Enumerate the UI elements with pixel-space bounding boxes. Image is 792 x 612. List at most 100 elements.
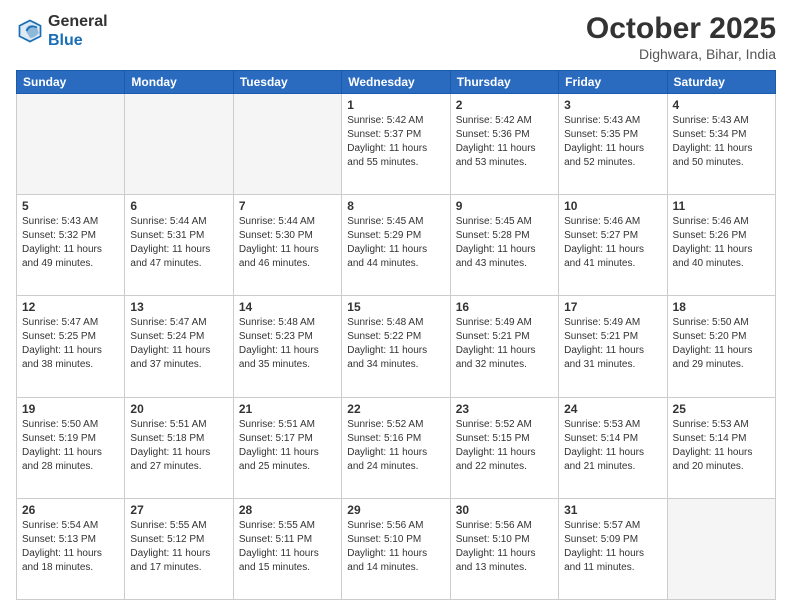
day-info: Sunrise: 5:46 AM Sunset: 5:27 PM Dayligh… bbox=[564, 215, 661, 271]
day-info: Sunrise: 5:42 AM Sunset: 5:37 PM Dayligh… bbox=[347, 114, 444, 170]
day-info: Sunrise: 5:50 AM Sunset: 5:20 PM Dayligh… bbox=[673, 316, 770, 372]
logo-general: General bbox=[48, 13, 108, 30]
calendar-cell: 6Sunrise: 5:44 AM Sunset: 5:31 PM Daylig… bbox=[125, 195, 233, 296]
calendar-cell: 19Sunrise: 5:50 AM Sunset: 5:19 PM Dayli… bbox=[17, 397, 125, 498]
day-number: 20 bbox=[130, 402, 227, 416]
calendar-cell: 16Sunrise: 5:49 AM Sunset: 5:21 PM Dayli… bbox=[450, 296, 558, 397]
day-number: 16 bbox=[456, 300, 553, 314]
calendar-week-row: 1 Sunrise: 5:42 AM Sunset: 5:37 PM Daylig… bbox=[17, 94, 776, 195]
calendar-cell: 23Sunrise: 5:52 AM Sunset: 5:15 PM Dayli… bbox=[450, 397, 558, 498]
day-number: 5 bbox=[22, 199, 119, 213]
day-info: Sunrise: 5:56 AM Sunset: 5:10 PM Dayligh… bbox=[456, 519, 553, 575]
day-number: 10 bbox=[564, 199, 661, 213]
day-info: Sunrise: 5:45 AM Sunset: 5:29 PM Dayligh… bbox=[347, 215, 444, 271]
day-info: Sunrise: 5:48 AM Sunset: 5:22 PM Dayligh… bbox=[347, 316, 444, 372]
day-info: Sunrise: 5:47 AM Sunset: 5:25 PM Dayligh… bbox=[22, 316, 119, 372]
day-number: 12 bbox=[22, 300, 119, 314]
calendar-cell: 22Sunrise: 5:52 AM Sunset: 5:16 PM Dayli… bbox=[342, 397, 450, 498]
calendar-cell: 8 Sunrise: 5:45 AM Sunset: 5:29 PM Daylig… bbox=[342, 195, 450, 296]
day-info: Sunrise: 5:42 AM Sunset: 5:36 PM Dayligh… bbox=[456, 114, 553, 170]
day-number: 26 bbox=[22, 503, 119, 517]
calendar-cell: 7 Sunrise: 5:44 AM Sunset: 5:30 PM Daylig… bbox=[233, 195, 341, 296]
calendar-table: SundayMondayTuesdayWednesdayThursdayFrid… bbox=[16, 70, 776, 600]
calendar-cell: 27Sunrise: 5:55 AM Sunset: 5:12 PM Dayli… bbox=[125, 498, 233, 599]
calendar-cell: 15 Sunrise: 5:48 AM Sunset: 5:22 PM Dayli… bbox=[342, 296, 450, 397]
day-info: Sunrise: 5:55 AM Sunset: 5:12 PM Dayligh… bbox=[130, 519, 227, 575]
day-number: 4 bbox=[673, 98, 770, 112]
day-info: Sunrise: 5:51 AM Sunset: 5:18 PM Dayligh… bbox=[130, 418, 227, 474]
calendar-cell: 24 Sunrise: 5:53 AM Sunset: 5:14 PM Dayli… bbox=[559, 397, 667, 498]
calendar-week-row: 19Sunrise: 5:50 AM Sunset: 5:19 PM Dayli… bbox=[17, 397, 776, 498]
calendar-cell bbox=[125, 94, 233, 195]
day-number: 3 bbox=[564, 98, 661, 112]
calendar-day-header: Sunday bbox=[17, 71, 125, 94]
day-info: Sunrise: 5:56 AM Sunset: 5:10 PM Dayligh… bbox=[347, 519, 444, 575]
calendar-week-row: 5 Sunrise: 5:43 AM Sunset: 5:32 PM Daylig… bbox=[17, 195, 776, 296]
calendar-cell: 13Sunrise: 5:47 AM Sunset: 5:24 PM Dayli… bbox=[125, 296, 233, 397]
header: General Blue October 2025 Dighwara, Biha… bbox=[16, 12, 776, 62]
day-number: 18 bbox=[673, 300, 770, 314]
calendar-cell: 3 Sunrise: 5:43 AM Sunset: 5:35 PM Daylig… bbox=[559, 94, 667, 195]
calendar-cell: 4 Sunrise: 5:43 AM Sunset: 5:34 PM Daylig… bbox=[667, 94, 775, 195]
day-number: 8 bbox=[347, 199, 444, 213]
location: Dighwara, Bihar, India bbox=[586, 46, 776, 62]
calendar-day-header: Thursday bbox=[450, 71, 558, 94]
calendar-week-row: 26 Sunrise: 5:54 AM Sunset: 5:13 PM Dayli… bbox=[17, 498, 776, 599]
day-number: 1 bbox=[347, 98, 444, 112]
calendar-cell: 9Sunrise: 5:45 AM Sunset: 5:28 PM Daylig… bbox=[450, 195, 558, 296]
day-info: Sunrise: 5:51 AM Sunset: 5:17 PM Dayligh… bbox=[239, 418, 336, 474]
day-info: Sunrise: 5:53 AM Sunset: 5:14 PM Dayligh… bbox=[673, 418, 770, 474]
calendar-day-header: Wednesday bbox=[342, 71, 450, 94]
day-info: Sunrise: 5:46 AM Sunset: 5:26 PM Dayligh… bbox=[673, 215, 770, 271]
day-number: 24 bbox=[564, 402, 661, 416]
day-number: 7 bbox=[239, 199, 336, 213]
logo: General Blue bbox=[16, 12, 108, 50]
day-info: Sunrise: 5:54 AM Sunset: 5:13 PM Dayligh… bbox=[22, 519, 119, 575]
day-info: Sunrise: 5:43 AM Sunset: 5:32 PM Dayligh… bbox=[22, 215, 119, 271]
day-number: 21 bbox=[239, 402, 336, 416]
day-info: Sunrise: 5:43 AM Sunset: 5:34 PM Dayligh… bbox=[673, 114, 770, 170]
calendar-cell: 29 Sunrise: 5:56 AM Sunset: 5:10 PM Dayli… bbox=[342, 498, 450, 599]
day-number: 30 bbox=[456, 503, 553, 517]
day-number: 15 bbox=[347, 300, 444, 314]
calendar-cell: 28Sunrise: 5:55 AM Sunset: 5:11 PM Dayli… bbox=[233, 498, 341, 599]
day-info: Sunrise: 5:50 AM Sunset: 5:19 PM Dayligh… bbox=[22, 418, 119, 474]
day-info: Sunrise: 5:43 AM Sunset: 5:35 PM Dayligh… bbox=[564, 114, 661, 170]
day-number: 6 bbox=[130, 199, 227, 213]
day-info: Sunrise: 5:44 AM Sunset: 5:30 PM Dayligh… bbox=[239, 215, 336, 271]
calendar-cell bbox=[667, 498, 775, 599]
day-number: 17 bbox=[564, 300, 661, 314]
calendar-day-header: Tuesday bbox=[233, 71, 341, 94]
day-number: 25 bbox=[673, 402, 770, 416]
day-info: Sunrise: 5:55 AM Sunset: 5:11 PM Dayligh… bbox=[239, 519, 336, 575]
day-number: 9 bbox=[456, 199, 553, 213]
calendar-cell: 20 Sunrise: 5:51 AM Sunset: 5:18 PM Dayli… bbox=[125, 397, 233, 498]
day-info: Sunrise: 5:53 AM Sunset: 5:14 PM Dayligh… bbox=[564, 418, 661, 474]
calendar-cell: 1 Sunrise: 5:42 AM Sunset: 5:37 PM Daylig… bbox=[342, 94, 450, 195]
calendar-cell: 21 Sunrise: 5:51 AM Sunset: 5:17 PM Dayli… bbox=[233, 397, 341, 498]
calendar-cell: 2 Sunrise: 5:42 AM Sunset: 5:36 PM Daylig… bbox=[450, 94, 558, 195]
page: General Blue October 2025 Dighwara, Biha… bbox=[0, 0, 792, 612]
day-number: 13 bbox=[130, 300, 227, 314]
calendar-cell: 18 Sunrise: 5:50 AM Sunset: 5:20 PM Dayli… bbox=[667, 296, 775, 397]
day-info: Sunrise: 5:48 AM Sunset: 5:23 PM Dayligh… bbox=[239, 316, 336, 372]
calendar-cell: 25 Sunrise: 5:53 AM Sunset: 5:14 PM Dayli… bbox=[667, 397, 775, 498]
calendar-header-row: SundayMondayTuesdayWednesdayThursdayFrid… bbox=[17, 71, 776, 94]
calendar-day-header: Monday bbox=[125, 71, 233, 94]
day-info: Sunrise: 5:52 AM Sunset: 5:15 PM Dayligh… bbox=[456, 418, 553, 474]
calendar-cell: 12 Sunrise: 5:47 AM Sunset: 5:25 PM Dayli… bbox=[17, 296, 125, 397]
day-number: 2 bbox=[456, 98, 553, 112]
title-block: October 2025 Dighwara, Bihar, India bbox=[586, 12, 776, 62]
calendar-day-header: Saturday bbox=[667, 71, 775, 94]
day-number: 31 bbox=[564, 503, 661, 517]
month-title: October 2025 bbox=[586, 12, 776, 46]
logo-text: General Blue bbox=[48, 12, 108, 50]
day-number: 14 bbox=[239, 300, 336, 314]
calendar-cell: 30 Sunrise: 5:56 AM Sunset: 5:10 PM Dayli… bbox=[450, 498, 558, 599]
day-number: 29 bbox=[347, 503, 444, 517]
calendar-cell: 10 Sunrise: 5:46 AM Sunset: 5:27 PM Dayli… bbox=[559, 195, 667, 296]
calendar-cell bbox=[233, 94, 341, 195]
calendar-cell: 11Sunrise: 5:46 AM Sunset: 5:26 PM Dayli… bbox=[667, 195, 775, 296]
day-number: 22 bbox=[347, 402, 444, 416]
day-info: Sunrise: 5:57 AM Sunset: 5:09 PM Dayligh… bbox=[564, 519, 661, 575]
